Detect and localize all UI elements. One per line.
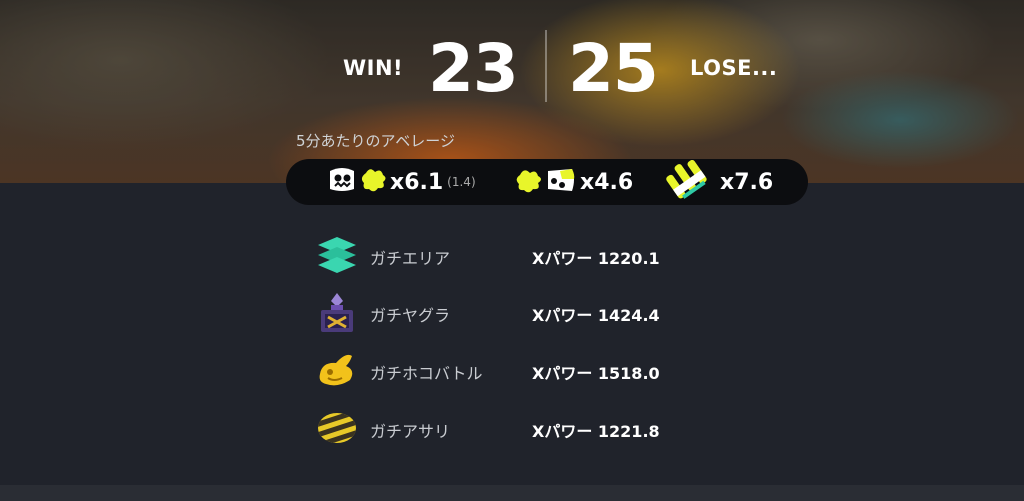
splat-zones-icon (316, 235, 358, 275)
win-label: WIN! (343, 56, 404, 80)
average-stats-bar: x6.1 (1.4) x4.6 x7.6 (286, 159, 808, 205)
x-power-value: Xパワー 1221.8 (532, 422, 660, 441)
score-divider (545, 30, 547, 102)
mode-row-splat-zones: ガチエリア Xパワー 1220.1 (316, 235, 736, 275)
average-caption: 5分あたりのアベレージ (296, 132, 455, 150)
x-power-value: Xパワー 1424.4 (532, 306, 660, 325)
mode-row-tower-control: ガチヤグラ Xパワー 1424.4 (316, 292, 736, 332)
bottom-strip (0, 485, 1024, 501)
kills-stat: x6.1 (1.4) (326, 159, 476, 205)
assists-stat: x4.6 (514, 159, 633, 205)
splat-kill-icon (326, 163, 390, 201)
mode-name: ガチヤグラ (370, 306, 451, 325)
assists-value: x4.6 (580, 169, 634, 195)
tower-control-icon (316, 292, 358, 332)
kills-sub-value: (1.4) (447, 175, 476, 189)
assist-icon (514, 163, 580, 201)
mode-name: ガチアサリ (370, 422, 451, 441)
special-icon (662, 159, 712, 204)
mode-row-rainmaker: ガチホコバトル Xパワー 1518.0 (316, 350, 736, 390)
lose-label: LOSE... (690, 56, 778, 80)
rainmaker-icon (316, 350, 358, 390)
x-power-value: Xパワー 1518.0 (532, 364, 660, 383)
mode-row-clam-blitz: ガチアサリ Xパワー 1221.8 (316, 408, 736, 448)
specials-value: x7.6 (720, 169, 774, 195)
kills-value: x6.1 (390, 169, 444, 195)
mode-name: ガチホコバトル (370, 364, 483, 383)
specials-stat: x7.6 (662, 159, 773, 205)
mode-name: ガチエリア (370, 249, 451, 268)
lose-score: 25 (568, 30, 659, 107)
x-power-value: Xパワー 1220.1 (532, 249, 660, 268)
clam-blitz-icon (316, 408, 358, 448)
win-score: 23 (428, 30, 519, 107)
